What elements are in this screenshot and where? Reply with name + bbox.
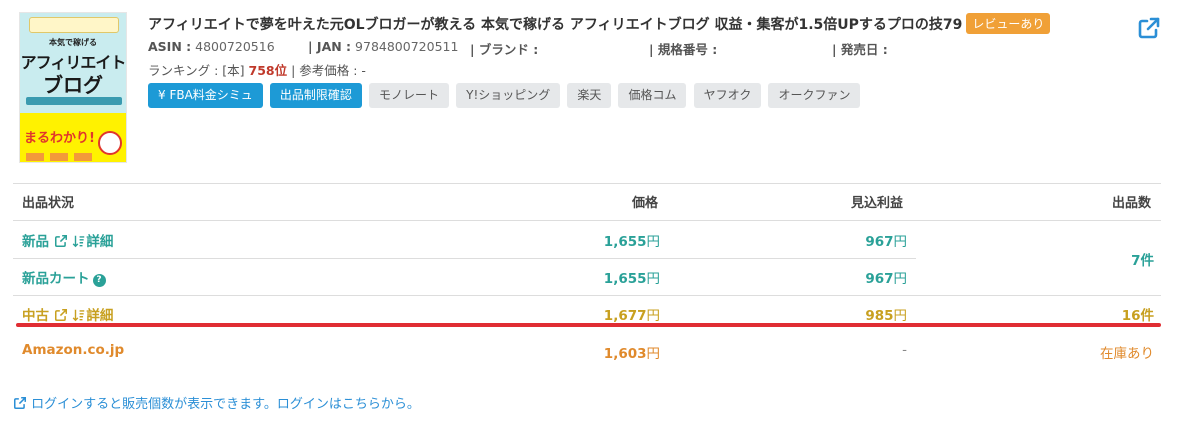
yen-unit: 円	[893, 234, 908, 250]
amazon-stock-status: 在庫あり	[1100, 346, 1154, 362]
product-cover-image[interactable]: 本気で稼げる アフィリエイト ブログ まるわかり!	[19, 12, 127, 163]
product-title-text[interactable]: アフィリエイトで夢を叶えた元OLブロガーが教える 本気で稼げる アフィリエイトブ…	[148, 17, 962, 33]
price-new-cart: 1,655円	[604, 267, 660, 287]
yen-unit: 円	[893, 308, 908, 324]
price-amazon-value: 1,603	[603, 346, 647, 362]
reference-price: | 参考価格 : -	[287, 63, 366, 78]
ranking-row: ランキング : [本] 758位 | 参考価格 : -	[148, 60, 366, 79]
brand-field: | ブランド :	[470, 39, 538, 58]
detail-used-link[interactable]: 詳細	[86, 308, 113, 324]
profit-amazon: -	[902, 342, 907, 358]
header-profit: 見込利益	[851, 196, 904, 211]
asin-field: ASIN : 4800720516	[148, 39, 275, 54]
condition-amazon: Amazon.co.jp	[22, 342, 125, 358]
external-link-icon[interactable]	[1137, 16, 1161, 40]
detail-new-link[interactable]: 詳細	[86, 234, 113, 250]
row-divider	[13, 295, 1161, 296]
cover-badge-circle	[98, 131, 122, 155]
cover-text-line3: ブログ	[43, 73, 103, 97]
profit-used: 985円	[865, 304, 907, 324]
ranking-label: ランキング : [本]	[148, 63, 249, 78]
cover-text-line1: 本気で稼げる	[49, 38, 97, 47]
model-number-field: | 規格番号 :	[649, 39, 717, 58]
yen-unit: 円	[893, 271, 908, 287]
table-row-new-cart: 新品カート?	[22, 267, 106, 287]
price-used: 1,677円	[604, 304, 660, 324]
external-link-icon	[13, 396, 27, 410]
login-prompt-link[interactable]: ログインすると販売個数が表示できます。ログインはこちらから。	[13, 393, 420, 412]
highlight-underline	[16, 323, 1161, 327]
help-icon[interactable]: ?	[92, 274, 106, 287]
sort-detail-icon[interactable]	[72, 308, 86, 322]
review-badge[interactable]: レビューあり	[966, 13, 1051, 34]
jan-label: | JAN :	[308, 39, 352, 54]
cover-banner	[29, 17, 119, 33]
external-link-icon[interactable]	[54, 234, 68, 248]
rakuten-button[interactable]: 楽天	[567, 83, 612, 108]
monorate-button[interactable]: モノレート	[369, 83, 450, 108]
login-prompt-text[interactable]: ログインすると販売個数が表示できます。ログインはこちらから。	[31, 397, 420, 412]
kakaku-com-button[interactable]: 価格コム	[618, 83, 687, 108]
release-date-field: | 発売日 :	[832, 39, 888, 58]
yahoo-auction-button[interactable]: ヤフオク	[693, 83, 762, 108]
condition-used-link[interactable]: 中古	[22, 308, 49, 324]
release-date-label: | 発売日 :	[832, 42, 888, 57]
product-title[interactable]: アフィリエイトで夢を叶えた元OLブロガーが教える 本気で稼げる アフィリエイトブ…	[148, 13, 1051, 34]
header-price: 価格	[632, 196, 659, 211]
external-link-icon[interactable]	[54, 308, 68, 322]
jan-field: | JAN : 9784800720511	[308, 39, 458, 54]
cover-subtitle-band	[26, 97, 122, 105]
profit-new: 967円	[865, 230, 907, 250]
brand-label: | ブランド :	[470, 42, 539, 57]
yen-unit: 円	[646, 308, 661, 324]
used-listing-count: 16件	[1121, 308, 1154, 324]
profit-new-cart-value: 967	[865, 271, 894, 287]
external-links-toolbar: ¥ FBA料金シミュ 出品制限確認 モノレート Y!ショッピング 楽天 価格コム…	[148, 83, 862, 108]
asin-value[interactable]: 4800720516	[195, 39, 275, 54]
table-top-divider	[13, 183, 1161, 184]
yahoo-shopping-button[interactable]: Y!ショッピング	[456, 83, 561, 108]
fba-fee-simulator-button[interactable]: ¥ FBA料金シミュ	[148, 83, 263, 108]
jan-value[interactable]: 9784800720511	[355, 39, 458, 54]
listing-restriction-check-button[interactable]: 出品制限確認	[269, 83, 362, 108]
cover-text-line4: まるわかり!	[24, 131, 95, 146]
cover-feature-dots	[26, 153, 94, 161]
yen-unit: 円	[646, 234, 661, 250]
price-new-cart-value: 1,655	[603, 271, 647, 287]
yen-unit: 円	[646, 271, 661, 287]
condition-new-cart-label: 新品カート	[22, 271, 90, 287]
price-new: 1,655円	[604, 230, 660, 250]
table-row-used: 中古 詳細	[22, 304, 113, 324]
sort-detail-icon[interactable]	[72, 234, 86, 248]
profit-new-value: 967	[865, 234, 894, 250]
new-listing-count: 7件	[1131, 253, 1154, 269]
row-divider	[13, 258, 916, 259]
asin-label: ASIN :	[148, 39, 192, 54]
header-count: 出品数	[1112, 196, 1152, 211]
profit-new-cart: 967円	[865, 267, 907, 287]
condition-new-link[interactable]: 新品	[22, 234, 49, 250]
yen-unit: 円	[646, 346, 661, 362]
profit-used-value: 985	[865, 308, 894, 324]
table-row-new: 新品 詳細	[22, 230, 113, 250]
price-new-value: 1,655	[603, 234, 647, 250]
aucfan-button[interactable]: オークファン	[768, 83, 861, 108]
model-number-label: | 規格番号 :	[649, 42, 718, 57]
header-divider	[13, 220, 1161, 221]
price-used-value: 1,677	[603, 308, 647, 324]
price-amazon: 1,603円	[604, 342, 660, 362]
header-condition: 出品状況	[22, 196, 75, 211]
ranking-value: 758位	[248, 63, 288, 78]
